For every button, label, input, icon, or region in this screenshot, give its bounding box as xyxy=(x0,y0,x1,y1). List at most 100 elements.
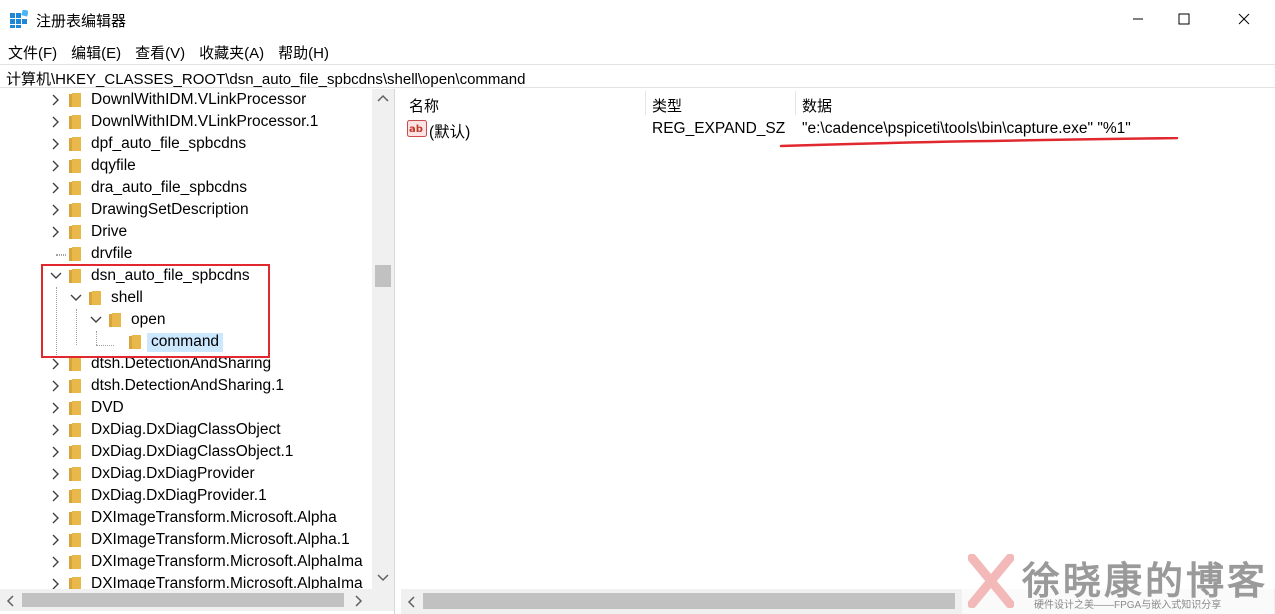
tree-vertical-scrollbar[interactable] xyxy=(372,89,394,589)
address-bar[interactable]: 计算机\HKEY_CLASSES_ROOT\dsn_auto_file_spbc… xyxy=(0,64,1275,88)
expand-chevron-icon[interactable] xyxy=(50,445,62,459)
tree-item-label: DownlWithIDM.VLinkProcessor xyxy=(91,91,307,108)
expand-chevron-icon[interactable] xyxy=(50,489,62,503)
tree-item[interactable]: DxDiag.DxDiagClassObject.1 xyxy=(0,441,372,463)
tree-item-label: dpf_auto_file_spbcdns xyxy=(91,135,247,152)
folder-icon xyxy=(69,357,81,371)
tree-item[interactable]: Drive xyxy=(0,221,372,243)
scroll-down-icon[interactable] xyxy=(376,573,390,583)
tree-item[interactable]: DXImageTransform.Microsoft.Alpha.1 xyxy=(0,529,372,551)
tree-item-label: Drive xyxy=(91,223,128,240)
watermark: 徐晓康的博客 硬件设计之美——FPGA与嵌入式知识分享 xyxy=(962,548,1274,614)
expand-chevron-icon[interactable] xyxy=(50,555,62,569)
tree-item[interactable]: DownlWithIDM.VLinkProcessor xyxy=(0,89,372,111)
tree-item[interactable]: DXImageTransform.Microsoft.AlphaIma xyxy=(0,573,372,589)
values-list-pane: 名称 类型 数据 ab (默认) REG_EXPAND_SZ "e:\caden… xyxy=(401,89,1275,614)
watermark-logo-icon xyxy=(968,554,1014,608)
tree-item-label: DrawingSetDescription xyxy=(91,201,249,218)
menu-view[interactable]: 查看(V) xyxy=(135,38,191,63)
tree-item[interactable]: DxDiag.DxDiagClassObject xyxy=(0,419,372,441)
menu-favorites[interactable]: 收藏夹(A) xyxy=(199,38,270,63)
scroll-right-icon[interactable] xyxy=(354,595,364,607)
tree-item[interactable]: DXImageTransform.Microsoft.Alpha xyxy=(0,507,372,529)
folder-icon xyxy=(69,555,81,569)
underline-annotation xyxy=(779,137,1179,148)
expand-chevron-icon[interactable] xyxy=(50,401,62,415)
tree-item-label: DxDiag.DxDiagProvider.1 xyxy=(91,487,267,504)
scroll-left-icon[interactable] xyxy=(6,595,16,607)
list-hscroll-thumb[interactable] xyxy=(423,593,955,609)
expand-chevron-icon[interactable] xyxy=(50,203,62,217)
expand-chevron-icon[interactable] xyxy=(50,533,62,547)
expand-chevron-icon[interactable] xyxy=(50,115,62,129)
minimize-button[interactable] xyxy=(1115,0,1161,38)
expand-chevron-icon[interactable] xyxy=(50,93,62,107)
highlight-box xyxy=(41,264,270,358)
tree-item[interactable]: dpf_auto_file_spbcdns xyxy=(0,133,372,155)
tree-scroll-thumb[interactable] xyxy=(375,265,391,287)
folder-icon xyxy=(69,533,81,547)
menu-help[interactable]: 帮助(H) xyxy=(278,38,335,63)
expand-chevron-icon[interactable] xyxy=(50,379,62,393)
tree-item-label: dtsh.DetectionAndSharing.1 xyxy=(91,377,285,394)
title-bar: 注册表编辑器 xyxy=(0,0,1275,38)
folder-icon xyxy=(69,159,81,173)
maximize-button[interactable] xyxy=(1161,0,1207,38)
tree-item[interactable]: dra_auto_file_spbcdns xyxy=(0,177,372,199)
tree-item[interactable]: DownlWithIDM.VLinkProcessor.1 xyxy=(0,111,372,133)
tree-item[interactable]: dtsh.DetectionAndSharing.1 xyxy=(0,375,372,397)
folder-icon xyxy=(69,137,81,151)
scroll-left-icon[interactable] xyxy=(407,596,417,608)
tree-item[interactable]: drvfile xyxy=(0,243,372,265)
expand-chevron-icon[interactable] xyxy=(50,225,62,239)
tree-item[interactable]: DVD xyxy=(0,397,372,419)
folder-icon xyxy=(69,577,81,589)
expand-chevron-icon[interactable] xyxy=(50,159,62,173)
tree-item-label: DXImageTransform.Microsoft.AlphaIma xyxy=(91,575,363,589)
folder-icon xyxy=(69,93,81,107)
tree-item-label: drvfile xyxy=(91,245,133,262)
expand-chevron-icon[interactable] xyxy=(50,181,62,195)
window-title: 注册表编辑器 xyxy=(36,13,127,30)
column-header-name[interactable]: 名称 xyxy=(409,95,439,116)
tree-item[interactable]: dqyfile xyxy=(0,155,372,177)
tree-item[interactable]: DxDiag.DxDiagProvider.1 xyxy=(0,485,372,507)
scroll-corner xyxy=(372,589,394,611)
column-header-type[interactable]: 类型 xyxy=(652,95,682,116)
expand-chevron-icon[interactable] xyxy=(50,423,62,437)
folder-icon xyxy=(69,401,81,415)
column-divider[interactable] xyxy=(795,91,796,115)
scroll-up-icon[interactable] xyxy=(376,93,390,103)
maximize-icon xyxy=(1178,13,1190,25)
folder-icon xyxy=(69,225,81,239)
menu-file[interactable]: 文件(F) xyxy=(8,38,63,63)
tree-horizontal-scrollbar[interactable] xyxy=(0,589,372,611)
expand-chevron-icon[interactable] xyxy=(50,357,62,371)
tree-item-label: DXImageTransform.Microsoft.Alpha.1 xyxy=(91,531,350,548)
folder-icon xyxy=(69,423,81,437)
folder-icon xyxy=(69,203,81,217)
expand-chevron-icon[interactable] xyxy=(50,137,62,151)
expand-chevron-icon[interactable] xyxy=(50,467,62,481)
close-button[interactable] xyxy=(1221,0,1267,38)
minimize-icon xyxy=(1133,18,1143,20)
folder-icon xyxy=(69,511,81,525)
expand-chevron-icon[interactable] xyxy=(50,511,62,525)
column-divider[interactable] xyxy=(645,91,646,115)
menu-edit[interactable]: 编辑(E) xyxy=(71,38,127,63)
tree-item-label: DxDiag.DxDiagClassObject.1 xyxy=(91,443,294,460)
tree-item[interactable]: DrawingSetDescription xyxy=(0,199,372,221)
tree-item[interactable]: DxDiag.DxDiagProvider xyxy=(0,463,372,485)
value-type: REG_EXPAND_SZ xyxy=(652,120,786,137)
tree-hscroll-thumb[interactable] xyxy=(22,593,344,607)
folder-icon xyxy=(69,247,81,261)
tree-item[interactable]: DXImageTransform.Microsoft.AlphaIma xyxy=(0,551,372,573)
list-header: 名称 类型 数据 xyxy=(401,89,1275,117)
expand-chevron-icon[interactable] xyxy=(50,577,62,589)
tree-item-label: DVD xyxy=(91,399,124,416)
folder-icon xyxy=(69,445,81,459)
folder-icon xyxy=(69,181,81,195)
watermark-subtitle: 硬件设计之美——FPGA与嵌入式知识分享 xyxy=(1034,600,1222,611)
column-header-data[interactable]: 数据 xyxy=(802,95,832,116)
tree-item-label: DxDiag.DxDiagProvider xyxy=(91,465,255,482)
